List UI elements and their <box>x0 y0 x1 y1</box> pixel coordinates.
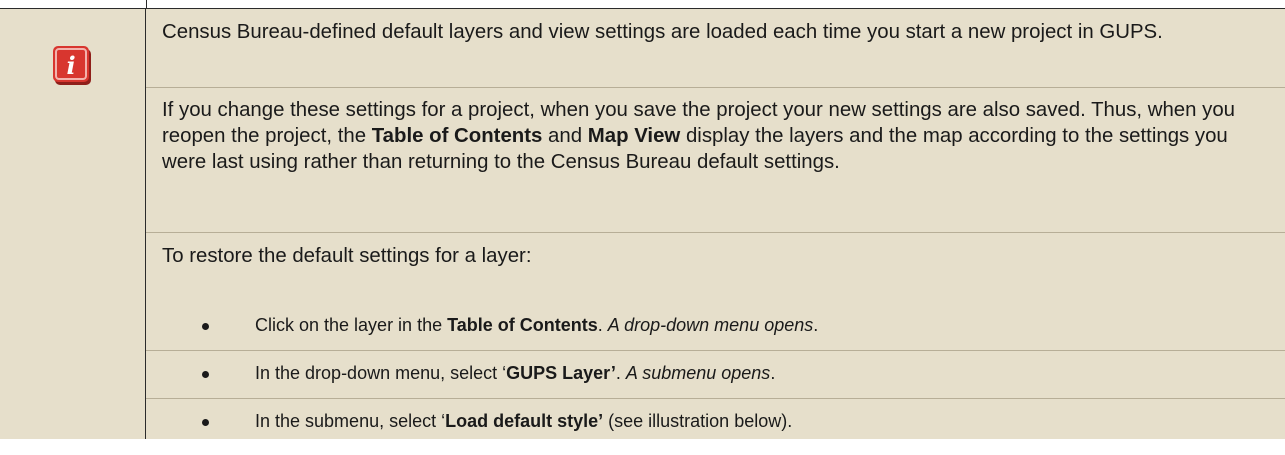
step-text: In the drop-down menu, select ‘GUPS Laye… <box>255 361 775 385</box>
list-item: Click on the layer in the Table of Conte… <box>146 311 1285 359</box>
table-of-contents-term: Table of Contents <box>371 125 543 147</box>
step-2-text-2: . <box>615 363 626 383</box>
step-2-text-1: In the drop-down menu, select ‘ <box>255 363 507 383</box>
step-2-bold: GUPS Layer’ <box>506 363 616 383</box>
paragraph-intro-text: Census Bureau-defined default layers and… <box>162 21 1163 43</box>
step-1-text-2: . <box>597 315 608 335</box>
info-icon-glyph: i <box>66 51 75 80</box>
step-1-bold: Table of Contents <box>447 315 598 335</box>
row-divider <box>146 398 1285 399</box>
paragraph-restore: To restore the default settings for a la… <box>162 243 1271 269</box>
step-3-text-1: In the submenu, select ‘ <box>255 411 446 431</box>
table-top-stub <box>0 0 147 8</box>
bullet-icon <box>202 371 209 378</box>
icon-cell: i <box>0 9 146 439</box>
row-divider <box>146 350 1285 351</box>
step-2-text-3: . <box>770 363 776 383</box>
step-3-bold: Load default style’ <box>445 411 604 431</box>
paragraph-restore-text: To restore the default settings for a la… <box>162 245 532 267</box>
bullet-icon <box>202 323 209 330</box>
row-divider <box>146 87 1285 88</box>
step-2-italic: A submenu opens <box>625 363 771 383</box>
list-item: In the submenu, select ‘Load default sty… <box>146 407 1285 455</box>
info-note: i Census Bureau-defined default layers a… <box>0 0 1285 439</box>
paragraph-intro: Census Bureau-defined default layers and… <box>162 19 1271 45</box>
map-view-term: Map View <box>587 125 681 147</box>
step-text: Click on the layer in the Table of Conte… <box>255 313 818 337</box>
step-1-text-1: Click on the layer in the <box>255 315 448 335</box>
paragraph-settings: If you change these settings for a proje… <box>162 97 1271 175</box>
paragraph-settings-text-2: and <box>542 125 588 147</box>
note-text-cell: Census Bureau-defined default layers and… <box>146 9 1285 439</box>
info-icon: i <box>53 46 91 85</box>
bullet-icon <box>202 419 209 426</box>
step-1-italic: A drop-down menu opens <box>607 315 814 335</box>
note-table: i Census Bureau-defined default layers a… <box>0 8 1285 439</box>
step-1-text-3: . <box>813 315 819 335</box>
list-item: In the drop-down menu, select ‘GUPS Laye… <box>146 359 1285 407</box>
row-divider <box>146 232 1285 233</box>
step-text: In the submenu, select ‘Load default sty… <box>255 409 792 433</box>
step-3-text-2: (see illustration below). <box>603 411 793 431</box>
